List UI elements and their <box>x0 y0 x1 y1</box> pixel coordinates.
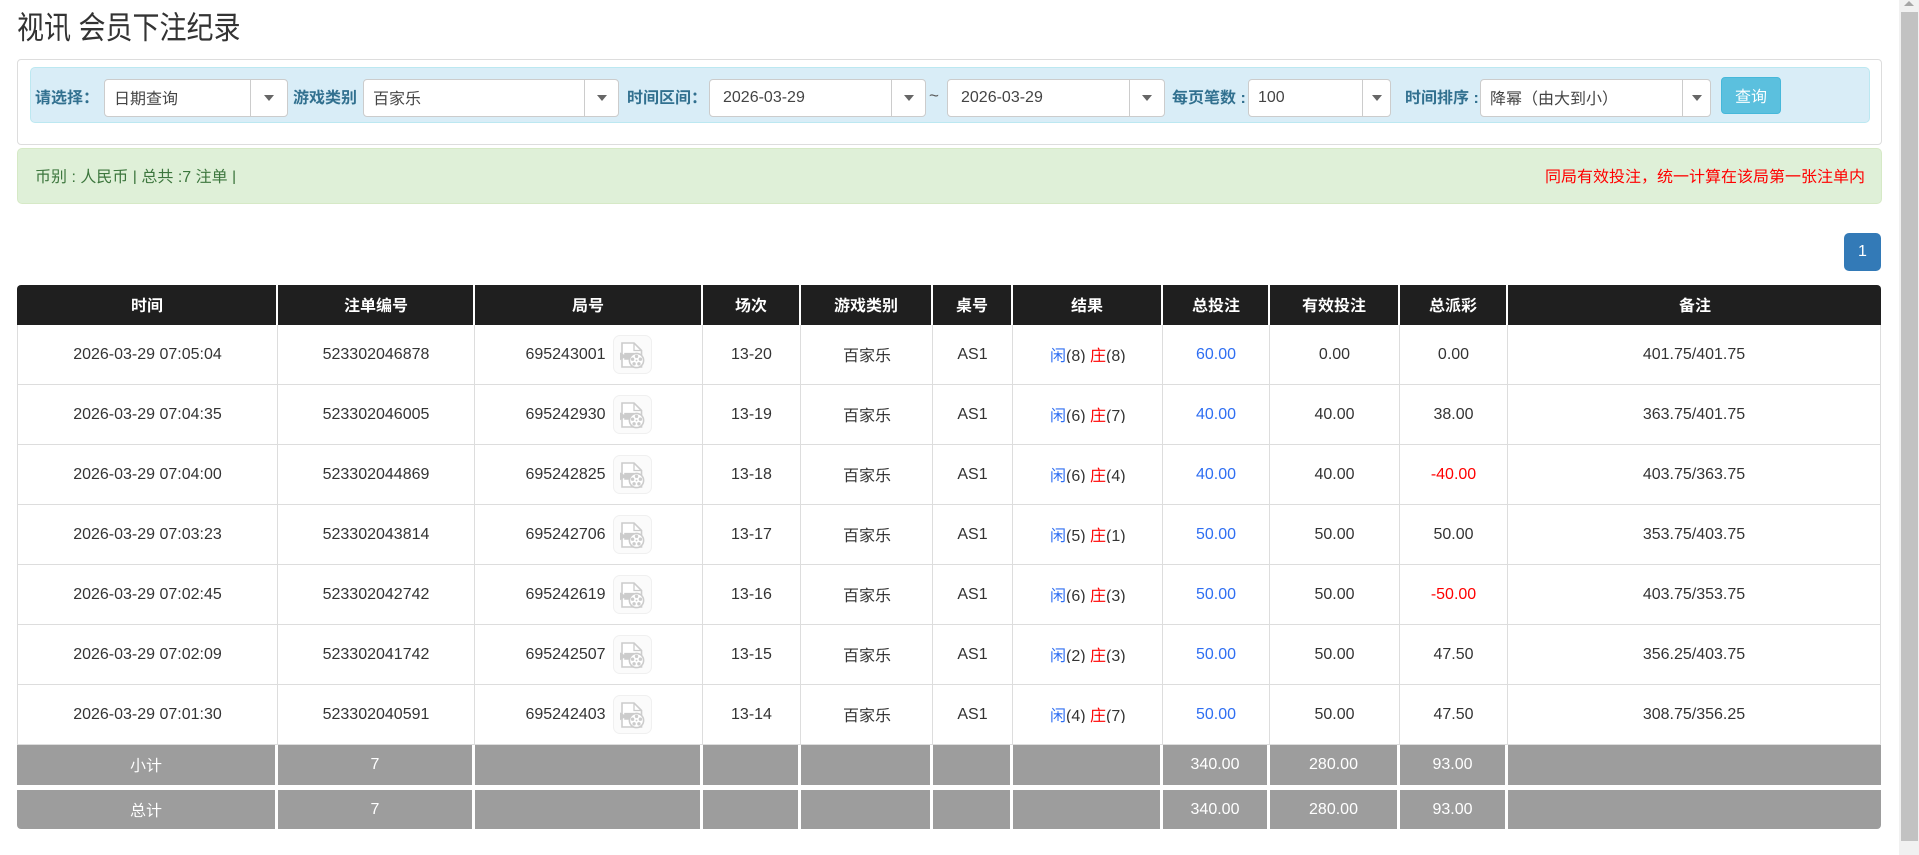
svg-text::: : <box>1240 90 1245 105</box>
svg-text:(3): (3) <box>1106 588 1126 603</box>
svg-text::: : <box>71 169 75 184</box>
svg-text:(8): (8) <box>1066 348 1086 363</box>
svg-text:(1): (1) <box>1106 528 1126 543</box>
svg-text::7: :7 <box>178 169 191 184</box>
svg-text:(4): (4) <box>1106 468 1126 483</box>
svg-text:(6): (6) <box>1066 588 1086 603</box>
svg-text:(6): (6) <box>1066 408 1086 423</box>
svg-text:(8): (8) <box>1106 348 1126 363</box>
svg-text:(7): (7) <box>1106 708 1126 723</box>
svg-text:(3): (3) <box>1106 648 1126 663</box>
svg-text:(6): (6) <box>1066 468 1086 483</box>
svg-text:(2): (2) <box>1066 648 1086 663</box>
svg-text:|: | <box>133 169 137 184</box>
svg-text::: : <box>1473 90 1478 105</box>
svg-text:(5): (5) <box>1066 528 1086 543</box>
svg-text:|: | <box>232 169 236 184</box>
svg-text:(4): (4) <box>1066 708 1086 723</box>
svg-text:(7): (7) <box>1106 408 1126 423</box>
